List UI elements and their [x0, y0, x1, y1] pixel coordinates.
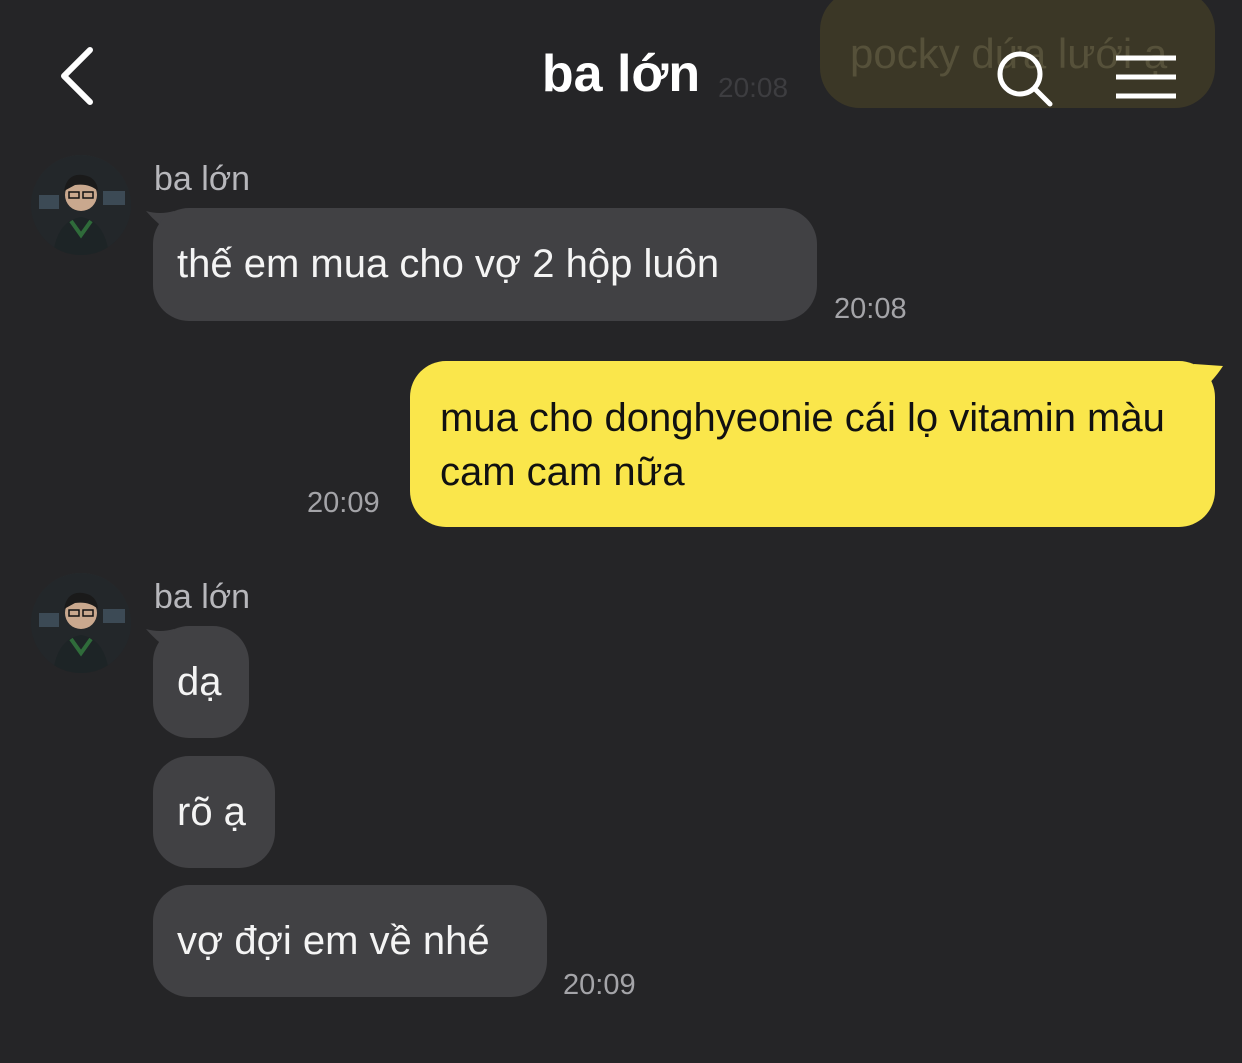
message-text: dạ — [177, 659, 222, 704]
sender-name: ba lớn — [154, 578, 251, 616]
avatar[interactable] — [31, 573, 131, 673]
profile-photo — [31, 573, 131, 673]
message-text: mua cho donghyeonie cái lọ vitamin màu c… — [440, 396, 1165, 494]
message-time: 20:08 — [834, 293, 907, 325]
sender-name: ba lớn — [154, 160, 251, 198]
message-bubble[interactable]: vợ đợi em về nhé — [153, 885, 547, 997]
avatar[interactable] — [31, 155, 131, 255]
message-time: 20:09 — [307, 487, 380, 519]
message-bubble[interactable]: dạ — [153, 626, 249, 738]
message-text: vợ đợi em về nhé — [177, 918, 490, 963]
message-bubble[interactable]: thế em mua cho vợ 2 hộp luôn — [153, 208, 817, 321]
menu-button[interactable] — [1110, 48, 1182, 108]
message-time: 20:09 — [563, 969, 636, 1001]
message-bubble[interactable]: rõ ạ — [153, 756, 275, 868]
message-text: rõ ạ — [177, 789, 246, 834]
profile-photo — [31, 155, 131, 255]
message-bubble-outgoing[interactable]: mua cho donghyeonie cái lọ vitamin màu c… — [410, 361, 1215, 527]
message-text: thế em mua cho vợ 2 hộp luôn — [177, 242, 720, 286]
search-icon — [997, 51, 1053, 107]
search-button[interactable] — [990, 44, 1062, 116]
bubble-tail — [1194, 364, 1223, 392]
hamburger-menu-icon — [1116, 55, 1176, 99]
